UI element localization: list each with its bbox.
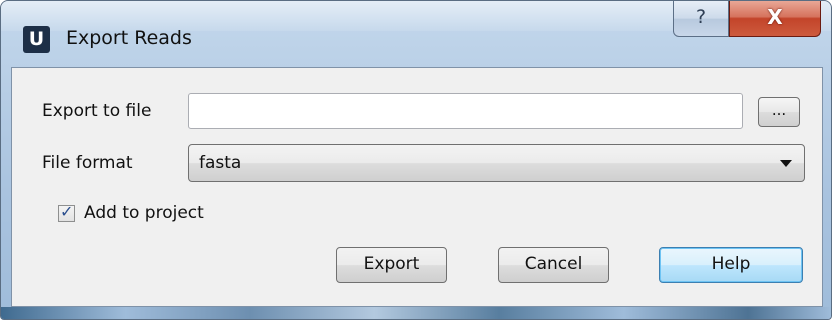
dialog-body: Export to file ... File format fasta ✓ A…: [11, 67, 823, 307]
file-format-value: fasta: [199, 153, 242, 173]
file-format-select[interactable]: fasta: [188, 144, 805, 182]
export-reads-dialog: U Export Reads ? X Export to file ... Fi…: [0, 0, 832, 320]
chevron-down-icon: [780, 160, 792, 167]
file-format-label: File format: [42, 153, 133, 173]
question-mark-icon: ?: [695, 6, 707, 28]
close-icon: X: [767, 5, 783, 29]
export-to-file-input[interactable]: [188, 93, 743, 129]
checkmark-icon: ✓: [60, 202, 74, 221]
title-bar[interactable]: U Export Reads ? X: [1, 1, 831, 67]
add-to-project-label[interactable]: Add to project: [84, 203, 204, 223]
export-button[interactable]: Export: [336, 247, 447, 283]
window-bottom-frame: [1, 307, 831, 319]
titlebar-close-button[interactable]: X: [729, 1, 821, 37]
app-logo-icon: U: [23, 26, 50, 53]
cancel-button[interactable]: Cancel: [498, 247, 609, 283]
browse-button[interactable]: ...: [758, 97, 800, 127]
add-to-project-checkbox[interactable]: ✓: [58, 202, 75, 222]
help-button[interactable]: Help: [659, 247, 803, 283]
window-title: Export Reads: [66, 27, 192, 49]
titlebar-help-button[interactable]: ?: [673, 1, 729, 37]
export-to-file-label: Export to file: [42, 101, 152, 121]
